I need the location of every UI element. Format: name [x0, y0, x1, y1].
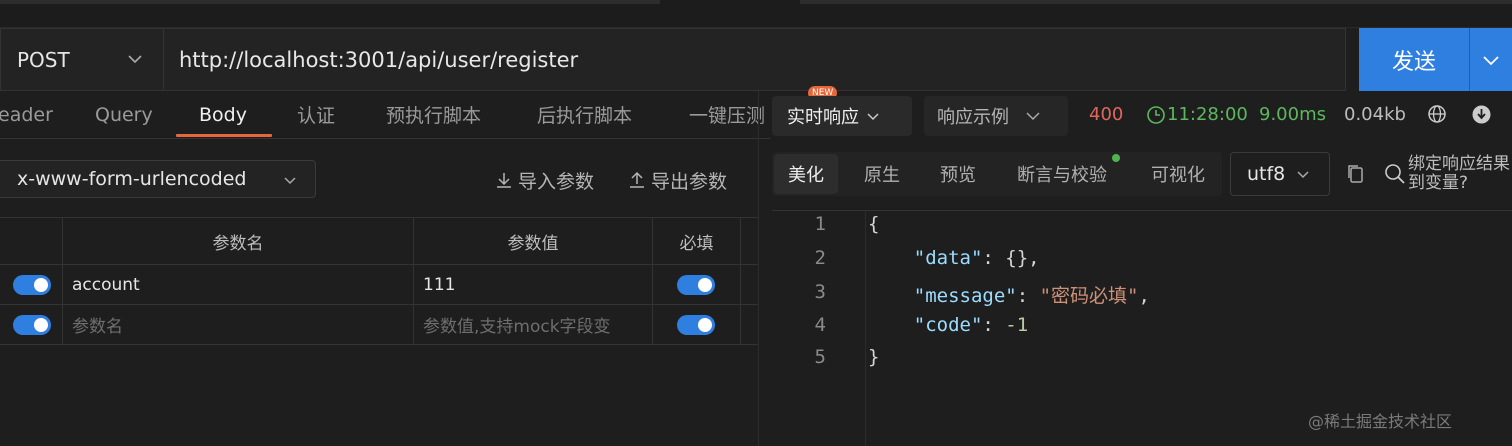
json-string: "密码必填": [1039, 285, 1139, 307]
tab-visualize[interactable]: 可视化: [1137, 154, 1219, 194]
json-punct: : {},: [982, 247, 1040, 269]
export-label: 导出参数: [651, 170, 728, 193]
enable-toggle[interactable]: [13, 275, 51, 295]
url-input[interactable]: http://localhost:3001/api/user/register: [179, 29, 578, 90]
gutter-divider: [865, 210, 866, 446]
tab-header[interactable]: eader: [0, 91, 53, 138]
charset-label: utf8: [1247, 163, 1286, 185]
download-circle-icon[interactable]: [1471, 104, 1492, 125]
request-tabs: eader Query Body 认证 预执行脚本 后执行脚本 一键压测: [0, 91, 770, 139]
time-label: 11:28:00: [1167, 104, 1248, 125]
param-value-input[interactable]: 111: [414, 265, 653, 304]
required-toggle[interactable]: [677, 315, 715, 335]
code-line: {: [868, 213, 880, 235]
realtime-response-select[interactable]: 实时响应: [772, 96, 912, 136]
code-line: "code": -1: [913, 314, 1029, 336]
chevron-down-icon: [1026, 112, 1040, 121]
clock-icon: [1147, 105, 1165, 124]
chevron-down-icon: [867, 113, 879, 121]
method-label: POST: [17, 47, 70, 72]
required-cell: [653, 265, 741, 304]
required-cell: [653, 305, 741, 344]
chevron-down-icon: [1483, 55, 1499, 65]
send-button[interactable]: 发送: [1359, 28, 1469, 91]
line-number: 3: [814, 281, 826, 303]
bind-response-to-variable[interactable]: 绑定响应结果到变量?: [1408, 155, 1512, 193]
tab-body[interactable]: Body: [199, 91, 247, 138]
row-toggle-cell: [0, 305, 63, 344]
window-top-strip: [0, 0, 1512, 28]
tab-auth[interactable]: 认证: [297, 91, 335, 138]
json-number: -1: [1005, 314, 1029, 336]
line-number: 2: [814, 247, 826, 269]
code-line: }: [868, 346, 880, 368]
line-number: 4: [814, 314, 826, 336]
encoding-label: x-www-form-urlencoded: [17, 168, 247, 190]
chevron-down-icon: [1297, 171, 1309, 179]
status-dot: [1112, 154, 1120, 162]
tab-pre-script[interactable]: 预执行脚本: [386, 91, 481, 138]
required-toggle[interactable]: [677, 275, 715, 295]
chevron-down-icon: [284, 177, 296, 185]
globe-icon[interactable]: [1427, 104, 1447, 124]
json-key: "code": [913, 314, 983, 336]
tab-assertions[interactable]: 断言与校验: [1003, 154, 1121, 194]
chevron-down-icon: [128, 55, 142, 64]
realtime-response-label: 实时响应: [787, 107, 859, 128]
table-row: 参数名 参数值,支持mock字段变: [0, 305, 758, 345]
tab-raw[interactable]: 原生: [850, 154, 914, 194]
table-row: account 111: [0, 265, 758, 305]
json-key: "message": [913, 285, 1017, 307]
status-code: 400: [1089, 104, 1124, 125]
send-dropdown-button[interactable]: [1469, 28, 1512, 91]
pane-divider[interactable]: [758, 91, 759, 446]
import-params-button[interactable]: 导入参数: [494, 166, 594, 194]
json-punct: ,: [1138, 285, 1150, 307]
line-number: 1: [814, 213, 826, 235]
code-line: "message": "密码必填",: [913, 285, 1150, 307]
watermark: @稀土掘金技术社区: [1308, 412, 1453, 431]
json-key: "data": [913, 247, 983, 269]
response-time: 11:28:00: [1146, 104, 1248, 125]
upload-icon: [630, 171, 644, 188]
body-encoding-select[interactable]: x-www-form-urlencoded: [0, 160, 316, 198]
params-table: 参数名 参数值 必填 account 111 参数名 参数值,支持mock字段变: [0, 217, 758, 345]
param-name-input[interactable]: 参数名: [63, 305, 414, 344]
method-select[interactable]: POST: [1, 29, 164, 90]
param-name-input[interactable]: account: [63, 265, 414, 304]
search-icon: [1385, 164, 1405, 184]
response-example-select[interactable]: 响应示例: [924, 96, 1068, 136]
response-example-label: 响应示例: [937, 107, 1009, 128]
response-view-tabs: 美化 原生 预览 断言与校验 可视化: [772, 152, 1222, 196]
tab-beautify[interactable]: 美化: [774, 154, 838, 194]
line-number: 5: [814, 346, 826, 368]
tab-preview[interactable]: 预览: [926, 154, 990, 194]
column-header-name: 参数名: [63, 218, 414, 264]
enable-toggle[interactable]: [13, 315, 51, 335]
tab-post-script[interactable]: 后执行脚本: [537, 91, 632, 138]
charset-select[interactable]: utf8: [1230, 152, 1330, 196]
column-header-required: 必填: [653, 218, 741, 264]
duration: 9.00ms: [1259, 104, 1326, 125]
code-line: "data": {},: [868, 247, 1040, 269]
download-icon: [497, 173, 511, 188]
header-toggle-cell: [0, 218, 63, 264]
import-label: 导入参数: [518, 170, 595, 193]
table-header: 参数名 参数值 必填: [0, 217, 758, 265]
copy-icon[interactable]: [1346, 163, 1366, 185]
active-tab-indicator: [176, 134, 272, 137]
url-bar: POST http://localhost:3001/api/user/regi…: [0, 28, 1346, 91]
param-value-input[interactable]: 参数值,支持mock字段变: [414, 305, 653, 344]
tab-load-test[interactable]: 一键压测: [689, 91, 765, 138]
column-header-value: 参数值: [414, 218, 653, 264]
row-toggle-cell: [0, 265, 63, 304]
export-params-button[interactable]: 导出参数: [627, 166, 727, 194]
tab-query[interactable]: Query: [95, 91, 153, 138]
response-size: 0.04kb: [1344, 104, 1406, 125]
